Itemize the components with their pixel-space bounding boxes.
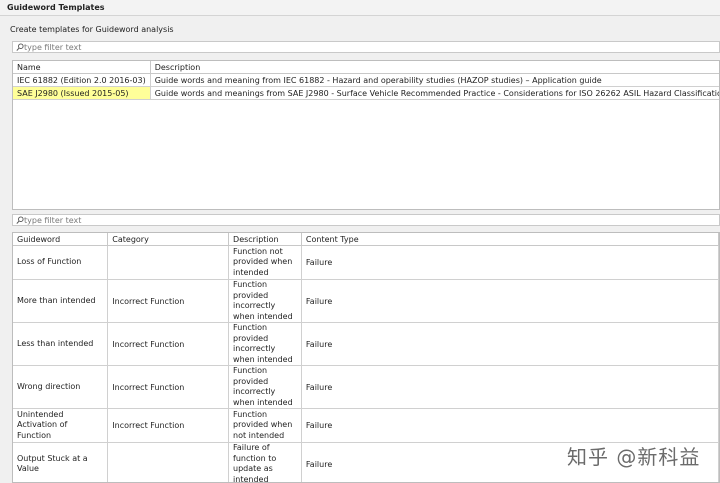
guideword-row[interactable]: Unintended Activation of Function Incorr… xyxy=(13,408,719,443)
page-subtitle: Create templates for Guideword analysis xyxy=(10,25,174,34)
description-cell[interactable]: Function provided incorrectly when inten… xyxy=(228,365,302,409)
category-cell[interactable] xyxy=(107,245,230,280)
guideword-cell[interactable]: Output Stuck at a Value xyxy=(13,442,109,482)
category-cell[interactable]: Incorrect Function xyxy=(107,408,230,443)
category-cell[interactable]: Incorrect Function xyxy=(107,279,230,323)
watermark-logo: 知乎 @新科益 xyxy=(567,445,701,469)
guideword-row[interactable]: More than intended Incorrect Function Fu… xyxy=(13,279,719,323)
guideword-row[interactable]: Less than intended Incorrect Function Fu… xyxy=(13,322,719,366)
guideword-row[interactable]: Loss of Function Function not provided w… xyxy=(13,245,719,280)
column-header-description[interactable]: Description xyxy=(228,233,302,246)
description-cell[interactable]: Function provided when not intended xyxy=(228,408,302,443)
column-header-guideword[interactable]: Guideword xyxy=(13,233,109,246)
search-icon xyxy=(16,216,24,224)
content-type-cell[interactable]: Failure xyxy=(301,408,719,443)
templates-table-panel: Name Description IEC 61882 (Edition 2.0 … xyxy=(12,60,720,210)
content-type-cell[interactable]: Failure xyxy=(301,279,719,323)
column-header-content-type[interactable]: Content Type xyxy=(301,233,719,246)
content-type-cell[interactable]: Failure xyxy=(301,365,719,409)
column-header-category[interactable]: Category xyxy=(107,233,230,246)
description-cell[interactable]: Function not provided when intended xyxy=(228,245,302,280)
category-cell[interactable]: Incorrect Function xyxy=(107,365,230,409)
guideword-cell[interactable]: Wrong direction xyxy=(13,365,109,409)
templates-table: Name Description IEC 61882 (Edition 2.0 … xyxy=(13,61,719,100)
guideword-cell[interactable]: Unintended Activation of Function xyxy=(13,408,109,443)
description-cell[interactable]: Function provided incorrectly when inten… xyxy=(228,322,302,366)
template-row-selected[interactable]: SAE J2980 (Issued 2015-05) Guide words a… xyxy=(13,86,719,100)
templates-header-row: Name Description xyxy=(13,61,719,74)
template-description[interactable]: Guide words and meaning from IEC 61882 -… xyxy=(150,73,719,87)
template-row[interactable]: IEC 61882 (Edition 2.0 2016-03) Guide wo… xyxy=(13,73,719,87)
description-cell[interactable]: Failure of function to update as intende… xyxy=(228,442,302,482)
guideword-cell[interactable]: Loss of Function xyxy=(13,245,109,280)
template-filter[interactable] xyxy=(12,41,720,53)
category-cell[interactable]: Incorrect Function xyxy=(107,322,230,366)
guideword-cell[interactable]: More than intended xyxy=(13,279,109,323)
window-title: Guideword Templates xyxy=(7,3,105,12)
template-description[interactable]: Guide words and meanings from SAE J2980 … xyxy=(150,86,719,100)
guideword-cell[interactable]: Less than intended xyxy=(13,322,109,366)
description-cell[interactable]: Function provided incorrectly when inten… xyxy=(228,279,302,323)
content-type-cell[interactable]: Failure xyxy=(301,245,719,280)
guideword-row[interactable]: Wrong direction Incorrect Function Funct… xyxy=(13,365,719,409)
guideword-filter-input[interactable] xyxy=(24,215,704,225)
template-name[interactable]: SAE J2980 (Issued 2015-05) xyxy=(13,86,151,100)
guidewords-header-row: Guideword Category Description Content T… xyxy=(13,233,719,246)
search-icon xyxy=(16,43,24,51)
column-header-name[interactable]: Name xyxy=(13,61,151,74)
content-type-cell[interactable]: Failure xyxy=(301,322,719,366)
title-bar: Guideword Templates xyxy=(0,0,720,16)
template-filter-input[interactable] xyxy=(24,42,704,52)
guideword-filter[interactable] xyxy=(12,214,720,226)
category-cell[interactable] xyxy=(107,442,230,482)
column-header-description[interactable]: Description xyxy=(150,61,719,74)
template-name[interactable]: IEC 61882 (Edition 2.0 2016-03) xyxy=(13,73,151,87)
